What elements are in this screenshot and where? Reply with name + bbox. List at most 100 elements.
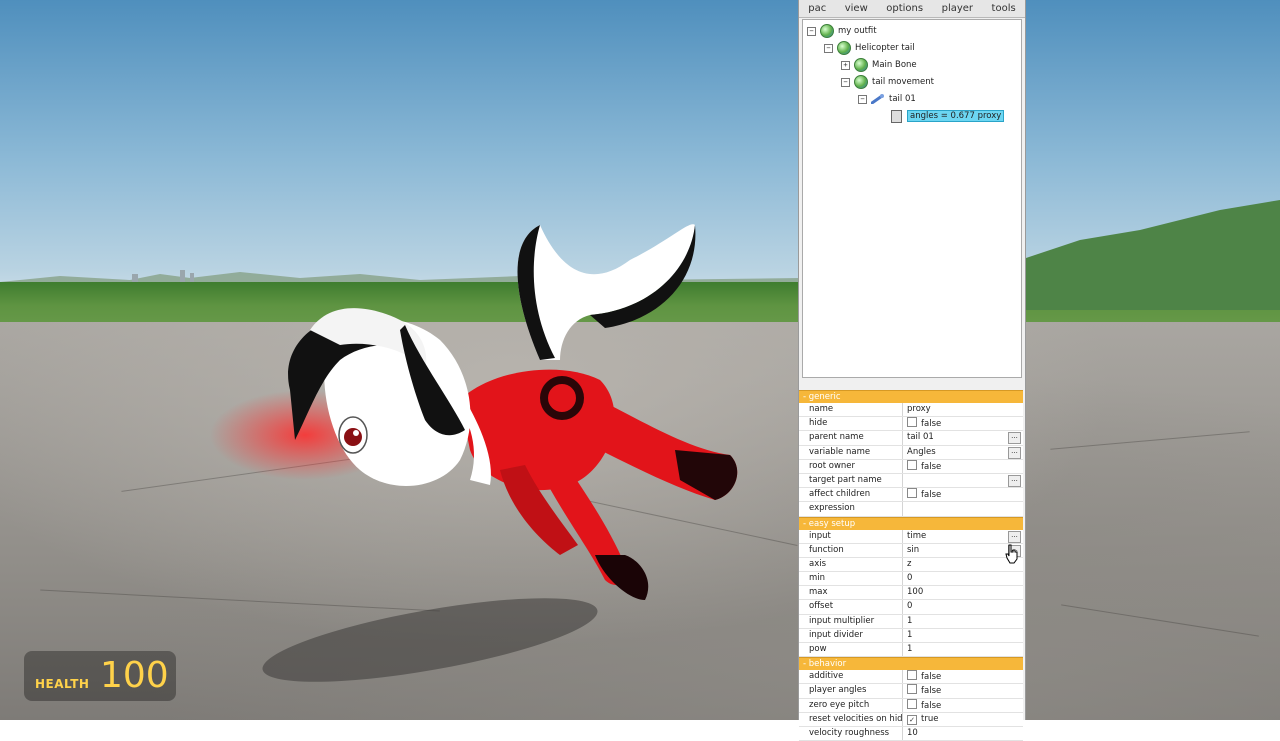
tree-node-label: tail movement [872, 77, 934, 87]
browse-button[interactable]: ... [1008, 530, 1021, 543]
outfit-tree[interactable]: − my outfit − Helicopter tail + Main Bon… [802, 19, 1022, 378]
prop-key: additive [799, 670, 903, 684]
prop-key: axis [799, 557, 903, 572]
tree-node-main-bone[interactable]: + Main Bone [841, 57, 917, 73]
tree-node-label: Main Bone [872, 60, 917, 70]
menu-player[interactable]: player [942, 3, 973, 14]
collapse-icon[interactable]: − [841, 77, 850, 87]
prop-value[interactable]: 0 [903, 572, 1023, 585]
browse-button[interactable]: ... [1008, 446, 1021, 459]
collapse-icon[interactable]: − [824, 43, 833, 53]
prop-value-cell[interactable]: Angles... [903, 446, 1023, 459]
collapse-icon[interactable]: − [858, 94, 867, 104]
tree-node-label: angles = 0.677 proxy [907, 110, 1005, 122]
prop-value: false [921, 686, 942, 697]
prop-row-zero-eye-pitch[interactable]: zero eye pitch false [799, 698, 1023, 713]
tree-node-tail-movement[interactable]: − tail movement [841, 74, 934, 90]
menu-pac[interactable]: pac [808, 3, 826, 14]
tree-node-my-outfit[interactable]: − my outfit [807, 23, 877, 39]
browse-button[interactable]: ... [1008, 474, 1021, 487]
prop-value[interactable]: 10 [903, 727, 1023, 740]
prop-value[interactable]: 0 [903, 600, 1023, 613]
globe-icon [854, 58, 868, 72]
prop-value-cell[interactable]: tail 01... [903, 431, 1023, 445]
prop-row-root-owner[interactable]: root owner false [799, 459, 1023, 474]
prop-value[interactable]: 1 [903, 629, 1023, 642]
game-viewport[interactable]: HEALTH 100 [0, 0, 1280, 720]
category-behavior[interactable]: - behavior [799, 657, 1023, 671]
category-easy-setup[interactable]: - easy setup [799, 516, 1023, 530]
prop-value-cell[interactable]: false [903, 698, 1023, 712]
prop-key: min [799, 572, 903, 586]
checkbox[interactable] [907, 684, 917, 695]
prop-row-axis[interactable]: axis z [799, 557, 1023, 573]
collapse-icon[interactable]: − [807, 26, 816, 36]
prop-value-cell[interactable]: false [903, 670, 1023, 683]
browse-button[interactable]: ... [1008, 432, 1021, 445]
hand-cursor-icon [1005, 544, 1018, 564]
prop-key: velocity roughness [799, 726, 903, 741]
prop-value-cell[interactable]: false [903, 684, 1023, 697]
prop-row-function[interactable]: function sin... [799, 543, 1023, 558]
prop-value: tail 01 [907, 432, 934, 443]
checkbox[interactable] [907, 417, 917, 428]
prop-value-cell[interactable]: ✓ true [903, 713, 1023, 726]
tree-node-proxy-selected[interactable]: angles = 0.677 proxy [891, 108, 1005, 124]
prop-row-player-angles[interactable]: player angles false [799, 684, 1023, 699]
prop-key: target part name [799, 473, 903, 488]
prop-row-input-multiplier[interactable]: input multiplier 1 [799, 614, 1023, 629]
menu-tools[interactable]: tools [992, 3, 1016, 14]
prop-row-input-divider[interactable]: input divider 1 [799, 628, 1023, 643]
prop-value: true [921, 713, 939, 724]
health-label: HEALTH [35, 677, 90, 691]
prop-row-affect-children[interactable]: affect children false [799, 488, 1023, 503]
prop-row-velocity-roughness[interactable]: velocity roughness 10 [799, 726, 1023, 741]
editor-menubar: pac view options player tools [799, 0, 1025, 18]
prop-value[interactable]: 1 [903, 643, 1023, 656]
prop-row-max[interactable]: max 100 [799, 586, 1023, 601]
properties-grid: - generic name proxy hide false parent nam… [799, 390, 1023, 741]
prop-row-input[interactable]: input time... [799, 529, 1023, 544]
tree-node-label: Helicopter tail [855, 43, 915, 53]
globe-icon [837, 41, 851, 55]
prop-value: false [921, 700, 942, 711]
prop-row-name[interactable]: name proxy [799, 403, 1023, 418]
prop-row-additive[interactable]: additive false [799, 670, 1023, 685]
prop-value[interactable]: 100 [903, 586, 1023, 599]
checkbox[interactable] [907, 670, 917, 681]
prop-value-cell[interactable]: false [903, 459, 1023, 473]
menu-view[interactable]: view [845, 3, 868, 14]
prop-value-cell[interactable]: time... [903, 530, 1023, 543]
health-value: 100 [100, 655, 169, 696]
tree-node-label: my outfit [838, 26, 877, 36]
tree-node-helicopter-tail[interactable]: − Helicopter tail [824, 40, 915, 56]
checkbox[interactable] [907, 698, 917, 709]
prop-value[interactable]: 1 [903, 615, 1023, 628]
prop-row-parent-name[interactable]: parent name tail 01... [799, 431, 1023, 446]
prop-row-offset[interactable]: offset 0 [799, 600, 1023, 615]
category-generic[interactable]: - generic [799, 390, 1023, 403]
prop-row-expression[interactable]: expression [799, 502, 1023, 517]
prop-value[interactable]: proxy [903, 403, 1023, 416]
prop-row-hide[interactable]: hide false [799, 417, 1023, 432]
prop-key: affect children [799, 488, 903, 502]
tree-node-tail-01[interactable]: − tail 01 [858, 91, 916, 107]
prop-value-cell[interactable]: false [903, 417, 1023, 430]
prop-row-target-part-name[interactable]: target part name... [799, 473, 1023, 489]
prop-row-pow[interactable]: pow 1 [799, 643, 1023, 658]
checkbox[interactable] [907, 459, 917, 470]
globe-icon [854, 75, 868, 89]
checkbox[interactable] [907, 488, 917, 499]
right-hill [1020, 200, 1280, 310]
bone-icon [871, 94, 884, 104]
prop-value-cell[interactable]: ... [903, 474, 1023, 487]
prop-row-variable-name[interactable]: variable name Angles... [799, 445, 1023, 460]
prop-key: input multiplier [799, 614, 903, 628]
prop-value[interactable] [903, 502, 1023, 515]
prop-row-min[interactable]: min 0 [799, 572, 1023, 587]
menu-options[interactable]: options [886, 3, 923, 14]
prop-key: function [799, 543, 903, 557]
prop-value-cell[interactable]: false [903, 488, 1023, 501]
prop-key: input [799, 529, 903, 543]
expand-icon[interactable]: + [841, 60, 850, 70]
